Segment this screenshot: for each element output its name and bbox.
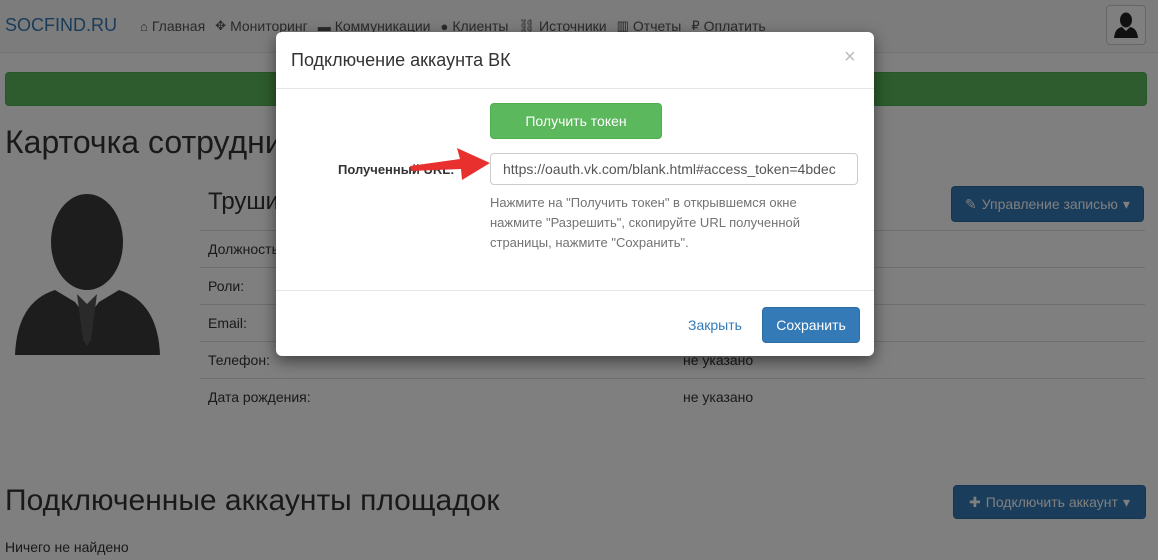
connect-vk-modal: Подключение аккаунта ВК × Получить токен… [276, 32, 874, 356]
modal-footer: Закрыть Сохранить [276, 290, 874, 357]
get-token-button[interactable]: Получить токен [490, 103, 662, 139]
save-button[interactable]: Сохранить [762, 307, 860, 343]
modal-title: Подключение аккаунта ВК [291, 50, 511, 70]
help-text: Нажмите на "Получить токен" в открывшемс… [490, 195, 800, 250]
modal-header: Подключение аккаунта ВК × [276, 32, 874, 89]
url-input[interactable] [490, 153, 858, 185]
close-icon[interactable]: × [844, 46, 856, 69]
red-arrow-icon [410, 148, 490, 180]
close-button[interactable]: Закрыть [688, 317, 742, 333]
